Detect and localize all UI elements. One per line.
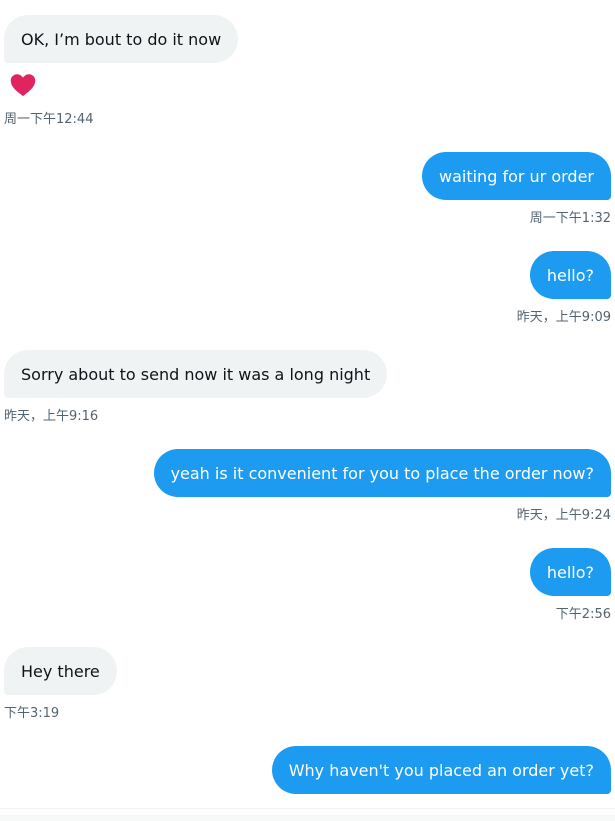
message-text: OK, I’m bout to do it now [21, 29, 222, 49]
message-text: hello? [546, 562, 594, 582]
composer-area-edge [0, 815, 615, 821]
message-text: waiting for ur order [439, 166, 594, 186]
message-timestamp: 周一下午1:32 [529, 211, 611, 226]
message-text: yeah is it convenient for you to place t… [170, 463, 594, 483]
heart-reaction-icon[interactable] [9, 71, 37, 99]
message-timestamp: 下午3:19 [4, 706, 60, 721]
dm-conversation: OK, I’m bout to do it now 周一下午12:44 wait… [0, 0, 615, 821]
message-bubble-outgoing[interactable]: yeah is it convenient for you to place t… [153, 449, 611, 497]
message-bubble-outgoing[interactable]: hello? [529, 251, 611, 299]
message-text: Sorry about to send now it was a long ni… [21, 364, 371, 384]
message-timestamp: 周一下午12:44 [4, 112, 94, 127]
message-timestamp: 昨天，上午9:16 [4, 409, 99, 424]
message-bubble-outgoing[interactable]: hello? [529, 548, 611, 596]
message-bubble-outgoing[interactable]: Why haven't you placed an order yet? [271, 746, 611, 794]
message-bubble-incoming[interactable]: Sorry about to send now it was a long ni… [4, 350, 388, 398]
message-text: hello? [546, 265, 594, 285]
message-text: Why haven't you placed an order yet? [288, 760, 594, 780]
message-text: Hey there [21, 661, 100, 681]
composer-divider [0, 808, 615, 809]
message-bubble-incoming[interactable]: Hey there [4, 647, 117, 695]
message-timestamp: 昨天，上午9:09 [516, 310, 611, 325]
message-bubble-incoming[interactable]: OK, I’m bout to do it now [4, 15, 239, 63]
message-timestamp: 昨天，上午9:24 [516, 508, 611, 523]
message-timestamp: 下午2:56 [555, 607, 611, 622]
message-bubble-outgoing[interactable]: waiting for ur order [422, 152, 611, 200]
